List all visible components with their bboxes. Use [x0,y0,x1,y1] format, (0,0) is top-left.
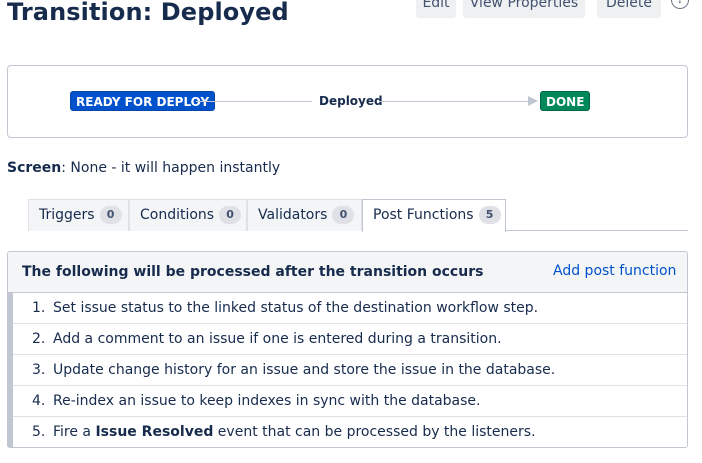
tab-count-badge: 0 [332,206,355,224]
post-functions-panel: The following will be processed after th… [7,251,688,448]
transition-line-left [196,101,312,102]
post-function-list: 1. Set issue status to the linked status … [13,293,687,448]
page-title: Transition: Deployed [7,0,289,26]
list-item: 5. Fire a Issue Resolved event that can b… [13,417,687,448]
arrow-head-icon [528,96,538,106]
tab-validators[interactable]: Validators 0 [247,199,362,231]
event-name: Issue Resolved [95,424,214,440]
item-text: Re-index an issue to keep indexes in syn… [53,393,481,409]
item-text-pre: Fire a [53,424,96,440]
tab-triggers[interactable]: Triggers 0 [28,199,129,231]
item-text: Set issue status to the linked status of… [53,300,539,316]
add-post-function-link[interactable]: Add post function [553,263,676,279]
list-item: 3. Update change history for an issue and… [13,355,687,386]
tab-label: Conditions [140,207,215,223]
tab-conditions[interactable]: Conditions 0 [129,199,247,231]
tab-post-functions[interactable]: Post Functions 5 [362,199,506,232]
tab-count-badge: 0 [99,206,122,224]
transition-name: Deployed [319,94,383,108]
tab-label: Validators [258,207,328,223]
to-status-lozenge: DONE [540,91,591,111]
list-item: 2. Add a comment to an issue if one is en… [13,324,687,355]
tab-label: Triggers [39,207,95,223]
tab-count-badge: 5 [478,206,501,224]
tab-count-badge: 0 [219,206,242,224]
list-item: 4. Re-index an issue to keep indexes in s… [13,386,687,417]
help-icon[interactable]: ? [671,0,689,9]
item-number: 3. [32,362,46,378]
list-item: 1. Set issue status to the linked status … [13,293,687,324]
item-number: 5. [32,424,46,440]
item-text: Update change history for an issue and s… [53,362,556,378]
transition-line-right [379,101,529,102]
panel-title: The following will be processed after th… [22,264,484,280]
item-text: Add a comment to an issue if one is ente… [53,331,502,347]
item-text-post: event that can be processed by the liste… [213,424,536,440]
screen-value: : None - it will happen instantly [61,160,281,176]
tab-label: Post Functions [373,207,474,223]
view-properties-button[interactable]: View Properties [463,0,585,18]
screen-info: Screen: None - it will happen instantly [7,160,280,176]
tab-underline [506,230,688,231]
item-number: 1. [32,300,46,316]
screen-label: Screen [7,160,62,176]
transition-diagram: READY FOR DEPLOY Deployed DONE [7,65,688,138]
delete-button[interactable]: Delete [597,0,661,18]
item-number: 4. [32,393,46,409]
edit-button[interactable]: Edit [416,0,456,18]
item-number: 2. [32,331,46,347]
from-status-lozenge: READY FOR DEPLOY [70,91,216,111]
panel-header: The following will be processed after th… [8,252,687,293]
item-text: Fire a Issue Resolved event that can be … [53,417,536,447]
